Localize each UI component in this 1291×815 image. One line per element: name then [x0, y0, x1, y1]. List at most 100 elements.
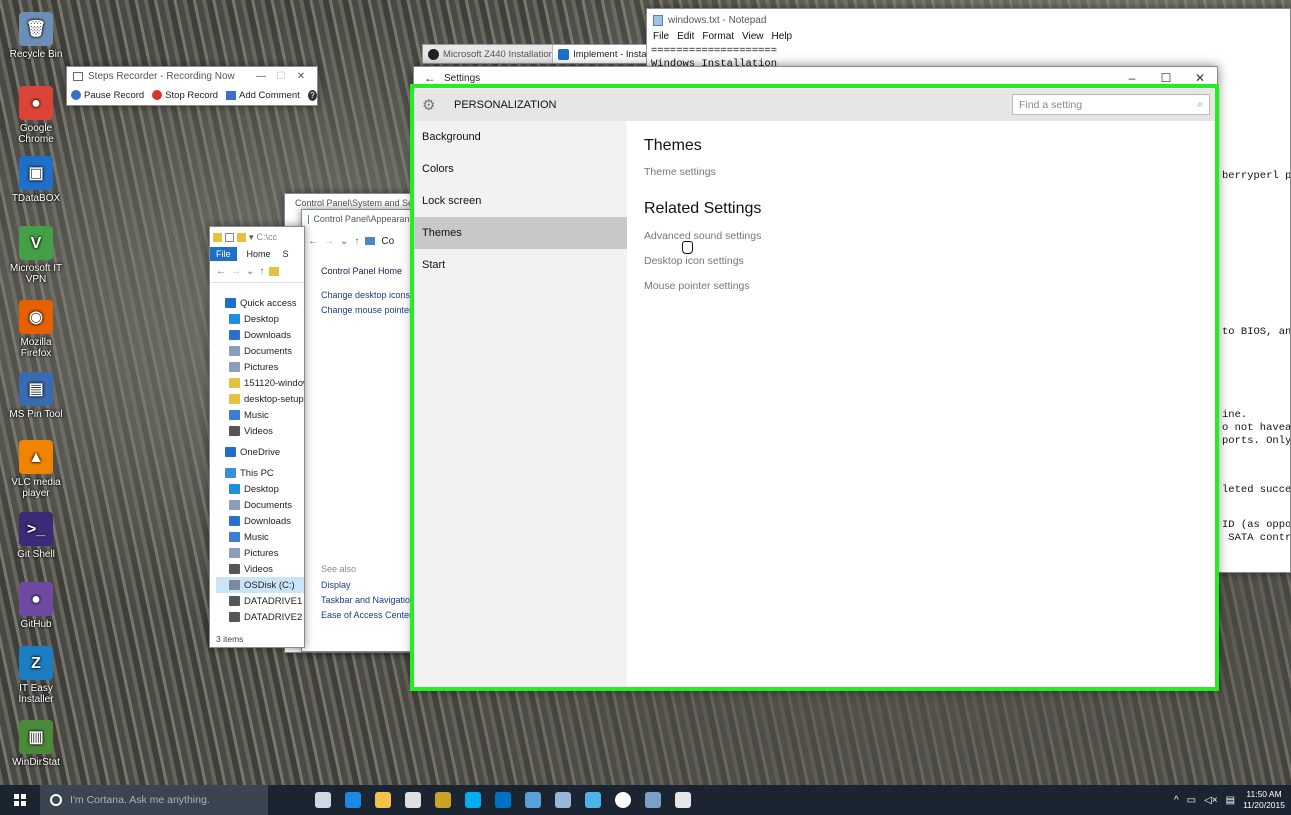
nav-tree-item[interactable]: Documents — [216, 343, 304, 359]
desktop-icon[interactable]: ▥ WinDirStat — [6, 720, 66, 768]
network-icon[interactable]: ▭ — [1187, 795, 1196, 806]
nav-tree-item[interactable]: Music — [216, 529, 304, 545]
cortana-search-box[interactable]: I'm Cortana. Ask me anything. — [40, 785, 268, 815]
file-explorer-window[interactable]: ▾ C:\cc File Home S ← → ⌄ ↑ Quick access… — [209, 226, 305, 648]
help-icon[interactable]: ? — [307, 89, 317, 101]
ribbon-tab-share[interactable]: S — [281, 247, 291, 261]
chevron-down-icon[interactable]: ⌄ — [246, 266, 254, 277]
nav-tree-item[interactable]: 151120-window — [216, 375, 304, 391]
chevron-up-icon[interactable]: ^ — [1174, 795, 1179, 806]
start-button[interactable] — [0, 785, 40, 815]
minimize-button[interactable]: – — [1115, 67, 1149, 89]
forward-arrow-icon[interactable]: → — [231, 266, 241, 277]
taskbar-navigation-link[interactable]: Taskbar and Navigation — [321, 595, 415, 605]
minimize-button[interactable]: — — [251, 71, 271, 82]
steps-recorder-window[interactable]: Steps Recorder - Recording Now — ☐ ✕ Pau… — [66, 66, 318, 106]
nav-tree-item[interactable]: OneDrive — [216, 444, 304, 460]
close-button[interactable]: ✕ — [291, 71, 311, 82]
desktop-icon[interactable]: ● GitHub — [6, 582, 66, 630]
taskbar-app-app-5[interactable] — [608, 785, 638, 815]
desktop-icon[interactable]: 🗑 Recycle Bin — [6, 12, 66, 60]
taskbar-app-file-explorer[interactable] — [368, 785, 398, 815]
desktop-icon[interactable]: Z IT Easy Installer — [6, 646, 66, 705]
taskbar-app-outlook[interactable] — [488, 785, 518, 815]
ease-of-access-link[interactable]: Ease of Access Center — [321, 610, 412, 620]
up-arrow-icon[interactable]: ↑ — [259, 266, 264, 277]
forward-arrow-icon[interactable]: → — [324, 236, 334, 247]
theme-settings-link[interactable]: Theme settings — [644, 166, 1219, 178]
notepad-titlebar[interactable]: windows.txt - Notepad — [647, 9, 1290, 31]
search-icon[interactable]: ⌕ — [1197, 99, 1203, 110]
control-panel-home-link[interactable]: Control Panel Home — [321, 266, 402, 276]
mouse-pointer-settings-link[interactable]: Mouse pointer settings — [644, 280, 1219, 292]
ribbon-tab-home[interactable]: Home — [237, 247, 281, 261]
nav-tree-item[interactable]: This PC — [216, 465, 304, 481]
up-arrow-icon[interactable]: ↑ — [354, 236, 359, 247]
taskbar-app-app-6[interactable] — [638, 785, 668, 815]
nav-tree-item[interactable]: Desktop — [216, 481, 304, 497]
settings-nav-colors[interactable]: Colors — [414, 153, 627, 185]
nav-tree-item[interactable]: Pictures — [216, 359, 304, 375]
desktop-icon[interactable]: V Microsoft IT VPN — [6, 226, 66, 285]
taskbar-app-app-1[interactable] — [428, 785, 458, 815]
add-comment-button[interactable]: Add Comment — [226, 90, 300, 101]
stop-record-button[interactable]: Stop Record — [152, 90, 218, 101]
menu-item-format[interactable]: Format — [702, 31, 734, 45]
nav-tree-item[interactable]: Videos — [216, 561, 304, 577]
nav-tree-item[interactable]: OSDisk (C:) — [216, 577, 304, 593]
desktop-icon[interactable]: ▤ MS Pin Tool — [6, 372, 66, 420]
taskbar-app-store[interactable] — [398, 785, 428, 815]
settings-nav-themes[interactable]: Themes — [414, 217, 627, 249]
desktop-icon[interactable]: ● Google Chrome — [6, 86, 66, 145]
explorer-addressbar[interactable]: ← → ⌄ ↑ — [210, 261, 304, 283]
desktop-icon[interactable]: ▲ VLC media player — [6, 440, 66, 499]
volume-icon[interactable]: ◁× — [1204, 795, 1218, 806]
taskbar-app-settings[interactable] — [668, 785, 698, 815]
change-mouse-pointers-link[interactable]: Change mouse pointers — [321, 305, 417, 315]
taskbar-app-task-view[interactable] — [308, 785, 338, 815]
nav-tree-item[interactable]: desktop-setup — [216, 391, 304, 407]
steps-recorder-titlebar[interactable]: Steps Recorder - Recording Now — ☐ ✕ — [67, 67, 317, 85]
nav-tree-item[interactable]: Desktop — [216, 311, 304, 327]
display-link[interactable]: Display — [321, 580, 351, 590]
ribbon-tab-file[interactable]: File — [210, 247, 237, 261]
taskbar-app-skype[interactable] — [458, 785, 488, 815]
nav-tree-item[interactable]: Music — [216, 407, 304, 423]
control-panel-addressbar[interactable]: ← → ⌄ ↑ Co — [302, 228, 420, 254]
nav-tree-item[interactable]: Videos — [216, 423, 304, 439]
desktop-icon-settings-link[interactable]: Desktop icon settings — [644, 255, 1219, 267]
menu-item-edit[interactable]: Edit — [677, 31, 694, 45]
taskbar-app-app-2[interactable] — [518, 785, 548, 815]
settings-window[interactable]: ← Settings – ☐ ✕ ⚙ PERSONALIZATION Find … — [413, 66, 1219, 691]
taskbar-app-edge[interactable] — [338, 785, 368, 815]
settings-nav-start[interactable]: Start — [414, 249, 627, 281]
menu-item-file[interactable]: File — [653, 31, 669, 45]
pause-record-button[interactable]: Pause Record — [71, 90, 144, 101]
control-panel-titlebar[interactable]: Control Panel\Appearanc — [302, 210, 420, 228]
menu-item-view[interactable]: View — [742, 31, 764, 45]
browser-tab[interactable]: Implement - Insta — [553, 45, 646, 63]
close-button[interactable]: ✕ — [1183, 67, 1217, 89]
desktop-icon[interactable]: >_ Git Shell — [6, 512, 66, 560]
settings-nav-lock-screen[interactable]: Lock screen — [414, 185, 627, 217]
settings-nav-background[interactable]: Background — [414, 121, 627, 153]
nav-tree-item[interactable]: Documents — [216, 497, 304, 513]
desktop-icon[interactable]: ◉ Mozilla Firefox — [6, 300, 66, 359]
advanced-sound-settings-link[interactable]: Advanced sound settings — [644, 230, 1219, 242]
settings-titlebar[interactable]: ← Settings – ☐ ✕ — [414, 67, 1217, 89]
nav-tree-item[interactable]: Downloads — [216, 513, 304, 529]
taskbar-app-app-4[interactable] — [578, 785, 608, 815]
breadcrumb[interactable]: Co — [381, 236, 394, 247]
back-arrow-icon[interactable]: ← — [216, 266, 226, 277]
back-arrow-icon[interactable]: ← — [424, 71, 444, 85]
notification-icon[interactable]: ▤ — [1226, 795, 1235, 806]
chevron-down-icon[interactable]: ⌄ — [340, 236, 348, 247]
properties-icon[interactable] — [225, 232, 234, 242]
new-folder-icon[interactable] — [237, 232, 246, 242]
taskbar-app-app-3[interactable] — [548, 785, 578, 815]
chevron-down-icon[interactable]: ▾ — [249, 232, 254, 243]
maximize-button[interactable]: ☐ — [271, 71, 291, 82]
nav-tree-item[interactable]: DATADRIVE2 (F: — [216, 609, 304, 625]
explorer-titlebar[interactable]: ▾ C:\cc — [210, 227, 304, 247]
browser-tab[interactable]: Microsoft Z440 Installation I — [423, 45, 554, 63]
